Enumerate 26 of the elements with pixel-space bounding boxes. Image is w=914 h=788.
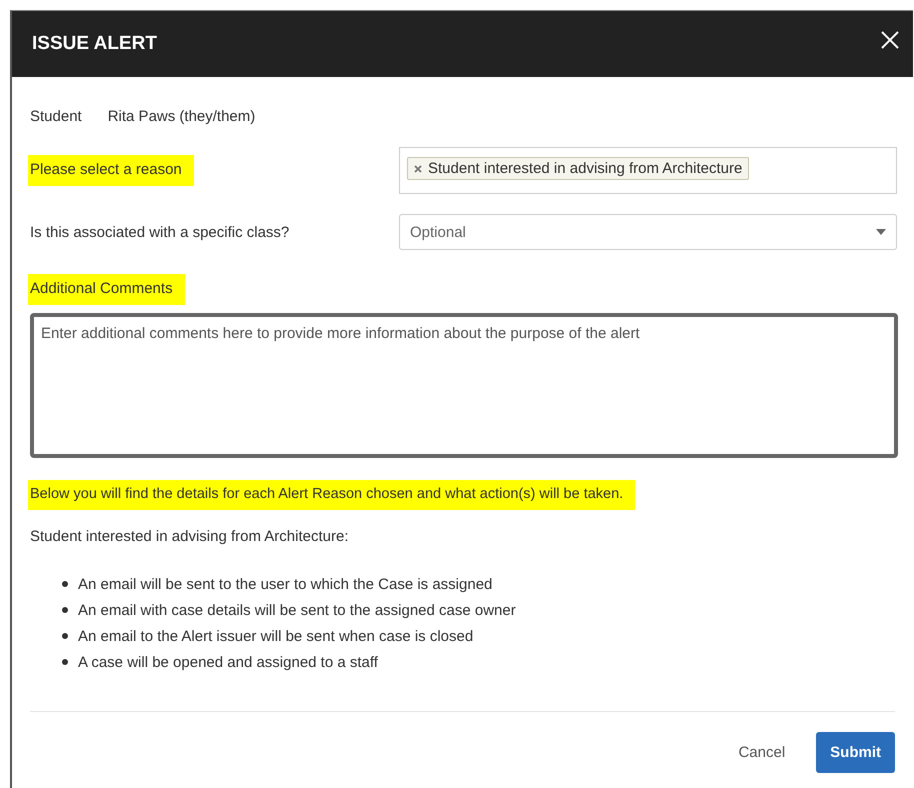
field-label: Student [30,108,82,127]
reason-field[interactable]: Student interested in advising from Architecture [399,147,897,194]
reason-heading: Student interested in advising from Architecture: [30,528,350,545]
bullet-icon [62,581,68,587]
bullet-icon [62,659,68,665]
bullet-icon [62,633,68,639]
comments-field[interactable]: Enter additional comments here to provide more information about the purpose of the alert [30,313,898,458]
field-label: Additional Comments [28,274,185,305]
student-name: Rita Paws (they/them) [108,108,256,127]
cancel-button[interactable]: Cancel [725,732,798,773]
dialog-title: ISSUE ALERT [32,33,157,55]
action-item: A case will be opened and assigned to a staff [78,654,378,670]
submit-button[interactable]: Submit [816,732,895,773]
field-label: Please select a reason [28,155,194,186]
reason-tag: Student interested in advising from Architecture [407,157,750,180]
close-icon [881,31,899,49]
field-label: Is this associated with a specific class? [30,224,290,240]
details-intro: Below you will find the details for each Alert Reason chosen and what action(s) will be taken. [28,480,636,510]
class-dropdown[interactable]: Optional [399,214,897,250]
remove-icon[interactable] [414,164,422,172]
bullet-icon [62,607,68,613]
caret-icon [876,229,886,235]
action-item: An email to the Alert issuer will be sent when case is closed [78,628,474,644]
action-item: An email will be sent to the user to which the Case is assigned [78,576,492,592]
action-item: An email with case details will be sent to the assigned case owner [78,602,516,618]
close-button[interactable] [881,31,899,49]
